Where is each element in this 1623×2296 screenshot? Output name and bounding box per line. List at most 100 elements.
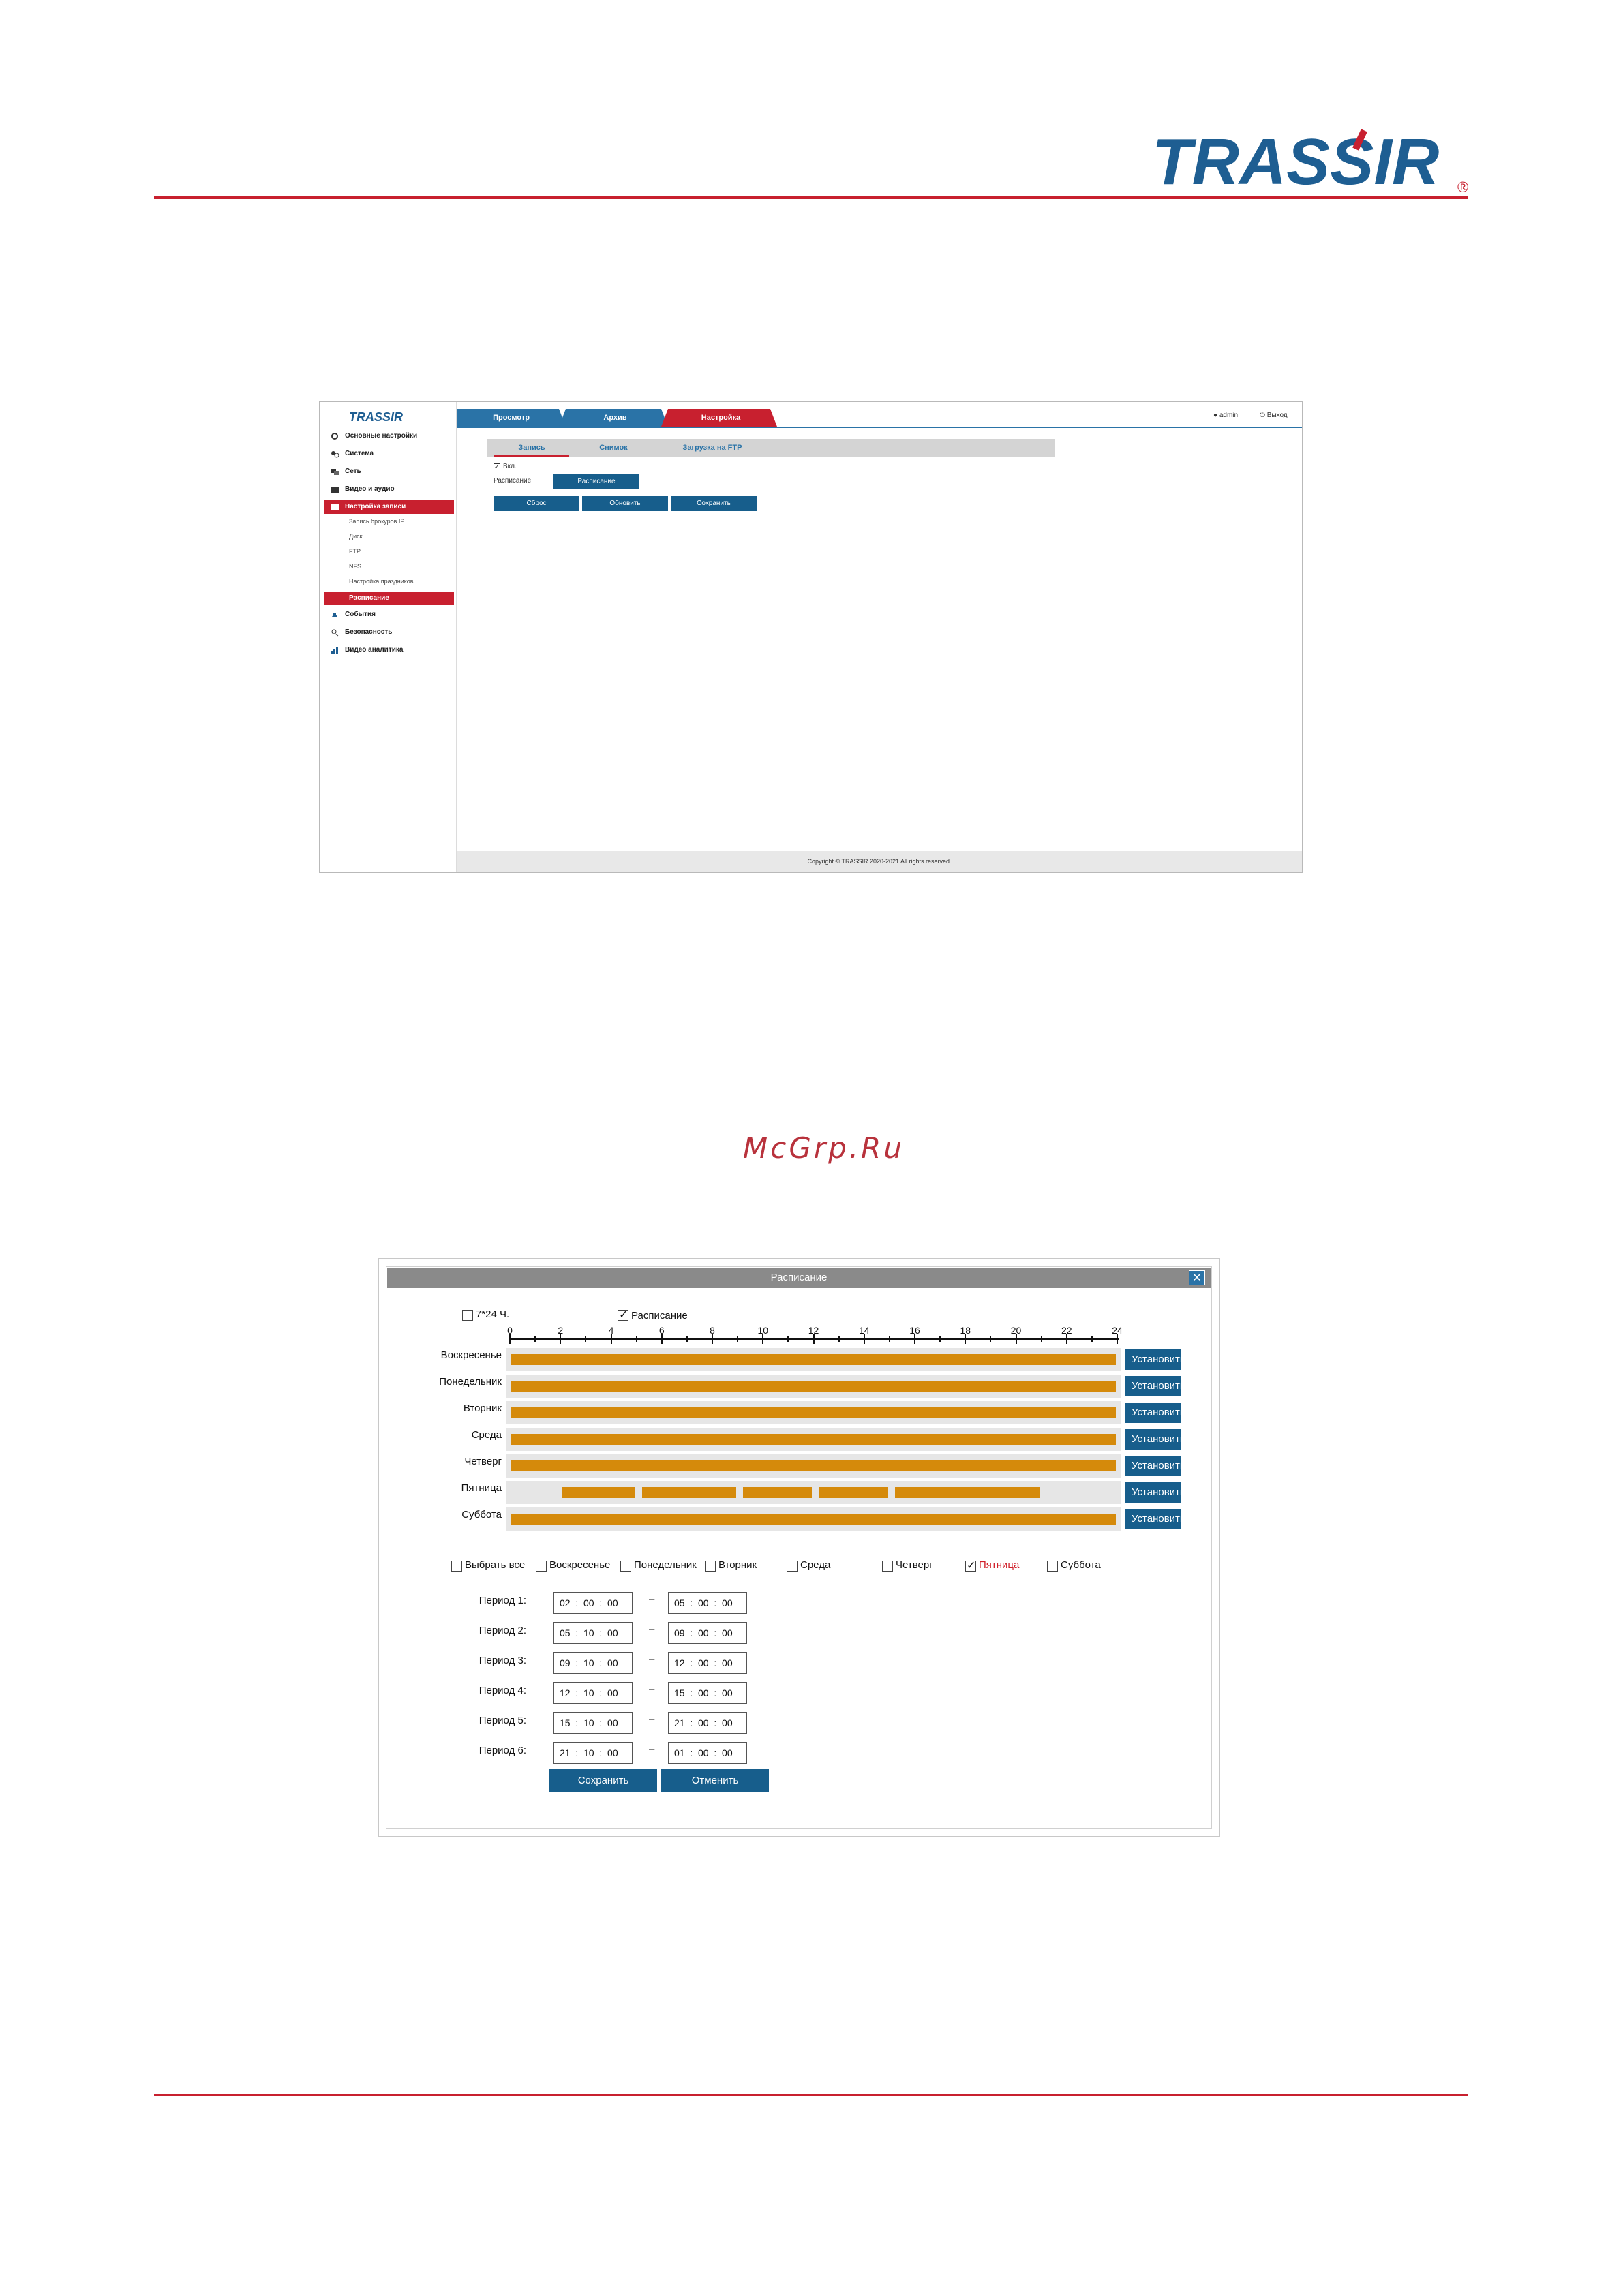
hour-tick bbox=[787, 1336, 789, 1342]
period-start-field[interactable]: 12 : 10 : 00 bbox=[553, 1682, 633, 1704]
schedule-segment[interactable] bbox=[511, 1407, 1116, 1418]
day-checkbox[interactable] bbox=[1047, 1561, 1058, 1572]
sidebar-subitem-holidays[interactable]: Настройка праздников bbox=[349, 575, 414, 587]
period-end-field[interactable]: 05 : 00 : 00 bbox=[668, 1592, 747, 1614]
schedule-segment[interactable] bbox=[895, 1487, 1040, 1498]
schedule-segment[interactable] bbox=[511, 1434, 1116, 1445]
subtab-record[interactable]: Запись bbox=[494, 439, 569, 457]
sidebar-item-analytics[interactable]: Видео аналитика bbox=[324, 643, 454, 657]
sidebar-subitem-ftp[interactable]: FTP bbox=[349, 545, 361, 557]
user-name: admin bbox=[1219, 412, 1239, 419]
svg-text:TRASSIR: TRASSIR bbox=[349, 410, 403, 424]
set-day-button[interactable]: Установить bbox=[1125, 1403, 1181, 1423]
sidebar-item-label: Основные настройки bbox=[345, 432, 418, 440]
sub-tab-bar: Запись Снимок Загрузка на FTP bbox=[487, 439, 1055, 457]
schedule-segment[interactable] bbox=[641, 1487, 737, 1498]
tab-settings[interactable]: Настройка bbox=[665, 409, 777, 427]
sidebar-item-label: События bbox=[345, 611, 376, 618]
period-start-field[interactable]: 05 : 10 : 00 bbox=[553, 1622, 633, 1644]
logout-button[interactable]: ⏻ Выход bbox=[1260, 412, 1288, 419]
day-checkbox[interactable] bbox=[620, 1561, 631, 1572]
set-day-button[interactable]: Установить bbox=[1125, 1456, 1181, 1476]
sidebar-item-events[interactable]: События bbox=[324, 608, 454, 622]
sidebar-subitem-nfs[interactable]: NFS bbox=[349, 560, 361, 572]
set-day-button[interactable]: Установить bbox=[1125, 1429, 1181, 1450]
sidebar-item-network[interactable]: Сеть bbox=[324, 465, 454, 478]
day-checkbox[interactable] bbox=[705, 1561, 716, 1572]
day-row-label: Воскресенье bbox=[440, 1349, 502, 1361]
day-checkbox-label: Пятница bbox=[979, 1559, 1020, 1571]
sidebar-logo: TRASSIR bbox=[349, 409, 424, 424]
sidebar-subitem-ip[interactable]: Запись брокуров IP bbox=[349, 515, 404, 527]
subtab-active-indicator bbox=[494, 455, 569, 457]
tab-archive[interactable]: Архив bbox=[562, 409, 668, 427]
hour-tick bbox=[863, 1334, 865, 1344]
tab-live[interactable]: Просмотр bbox=[457, 409, 566, 427]
schedule-segment[interactable] bbox=[511, 1514, 1116, 1525]
subtab-snapshot[interactable]: Снимок bbox=[576, 439, 651, 457]
period-start-field[interactable]: 09 : 10 : 00 bbox=[553, 1652, 633, 1674]
bell-icon bbox=[332, 613, 337, 617]
user-icon: ● bbox=[1213, 412, 1218, 419]
set-day-button[interactable]: Установить bbox=[1125, 1482, 1181, 1503]
period-end-field[interactable]: 09 : 00 : 00 bbox=[668, 1622, 747, 1644]
save-button[interactable]: Сохранить bbox=[549, 1769, 657, 1792]
cancel-button[interactable]: Отменить bbox=[661, 1769, 769, 1792]
sidebar-subitem-schedule[interactable]: Расписание bbox=[324, 592, 454, 605]
hour-tick bbox=[712, 1334, 713, 1344]
set-day-button[interactable]: Установить bbox=[1125, 1376, 1181, 1396]
subtab-ftp-upload[interactable]: Загрузка на FTP bbox=[658, 439, 767, 457]
schedule-segment[interactable] bbox=[511, 1460, 1116, 1471]
period-label: Период 1: bbox=[479, 1595, 526, 1606]
option-schedule-checkbox[interactable] bbox=[618, 1308, 628, 1321]
day-checkbox[interactable] bbox=[965, 1559, 976, 1572]
sidebar-item-video-audio[interactable]: Видео и аудио bbox=[324, 483, 454, 496]
period-start-field[interactable]: 02 : 00 : 00 bbox=[553, 1592, 633, 1614]
registered-mark: ® bbox=[1457, 179, 1468, 196]
day-row-label: Пятница bbox=[461, 1482, 502, 1494]
period-start-field[interactable]: 21 : 10 : 00 bbox=[553, 1742, 633, 1764]
day-checkbox[interactable] bbox=[787, 1561, 798, 1572]
schedule-segment[interactable] bbox=[819, 1487, 888, 1498]
set-day-button[interactable]: Установить bbox=[1125, 1509, 1181, 1529]
select-all-checkbox[interactable] bbox=[451, 1561, 462, 1572]
hour-tick bbox=[737, 1336, 739, 1342]
hour-tick bbox=[813, 1334, 815, 1344]
reset-button[interactable]: Сброс bbox=[494, 496, 579, 511]
period-end-field[interactable]: 12 : 00 : 00 bbox=[668, 1652, 747, 1674]
sidebar-item-security[interactable]: Безопасность bbox=[324, 626, 454, 639]
day-row-label: Вторник bbox=[463, 1403, 502, 1414]
sidebar-item-basic[interactable]: Основные настройки bbox=[324, 429, 454, 443]
header-rule bbox=[154, 196, 1468, 199]
save-button[interactable]: Сохранить bbox=[671, 496, 757, 511]
gear-icon bbox=[331, 433, 338, 440]
day-checkbox[interactable] bbox=[882, 1561, 893, 1572]
day-checkbox[interactable] bbox=[536, 1561, 547, 1572]
enable-checkbox[interactable]: ✓ bbox=[494, 463, 500, 470]
select-all-label: Выбрать все bbox=[465, 1559, 526, 1571]
schedule-segment[interactable] bbox=[562, 1487, 635, 1498]
period-end-field[interactable]: 01 : 00 : 00 bbox=[668, 1742, 747, 1764]
schedule-segment[interactable] bbox=[511, 1354, 1116, 1365]
sidebar-item-system[interactable]: Система bbox=[324, 447, 454, 461]
schedule-segment[interactable] bbox=[511, 1381, 1116, 1392]
period-end-field[interactable]: 21 : 00 : 00 bbox=[668, 1712, 747, 1734]
option-247-checkbox[interactable] bbox=[462, 1310, 473, 1321]
period-label: Период 4: bbox=[479, 1685, 526, 1696]
period-end-field[interactable]: 15 : 00 : 00 bbox=[668, 1682, 747, 1704]
sidebar-item-record-settings[interactable]: Настройка записи bbox=[324, 500, 454, 514]
period-label: Период 6: bbox=[479, 1745, 526, 1756]
sidebar-subitem-disk[interactable]: Диск bbox=[349, 530, 363, 542]
footer-rule bbox=[154, 2094, 1468, 2096]
period-start-field[interactable]: 15 : 10 : 00 bbox=[553, 1712, 633, 1734]
day-checkbox-label: Вторник bbox=[718, 1559, 757, 1571]
set-day-button[interactable]: Установить bbox=[1125, 1349, 1181, 1370]
schedule-segment[interactable] bbox=[743, 1487, 813, 1498]
close-icon[interactable]: ✕ bbox=[1189, 1270, 1205, 1285]
logo-text: TRASSIR bbox=[1152, 125, 1439, 198]
record-icon bbox=[331, 504, 339, 510]
refresh-button[interactable]: Обновить bbox=[582, 496, 668, 511]
user-menu[interactable]: ● admin bbox=[1213, 412, 1238, 419]
schedule-button[interactable]: Расписание bbox=[553, 474, 639, 489]
sidebar: TRASSIR Основные настройки Система Сеть … bbox=[320, 402, 457, 872]
